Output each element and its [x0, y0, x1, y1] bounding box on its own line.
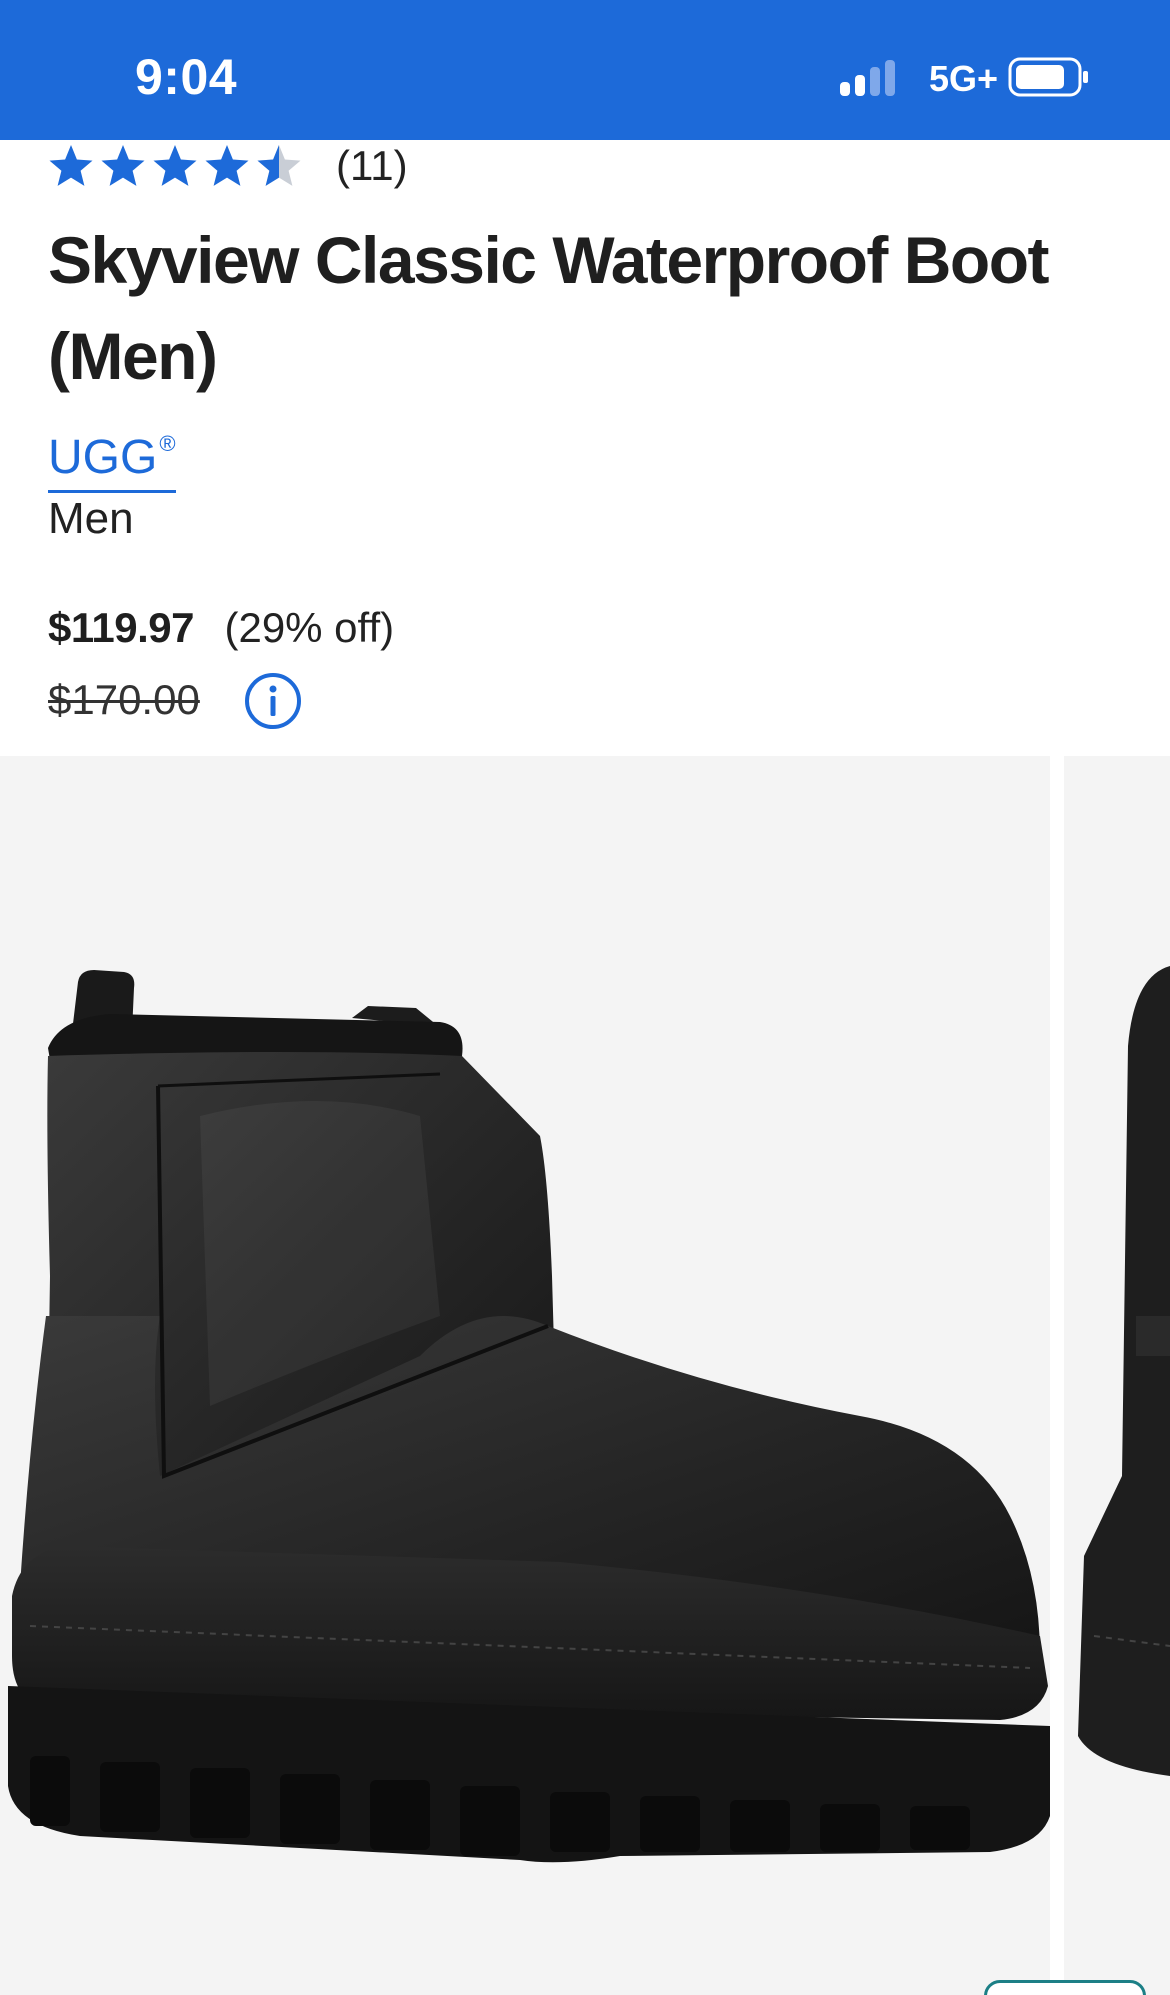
battery-icon: [1008, 57, 1088, 97]
boot-image: [8, 970, 1050, 1863]
product-image-main[interactable]: [0, 756, 1050, 1995]
sale-price: $119.97: [48, 604, 195, 651]
product-category: Men: [48, 494, 134, 543]
product-image-next[interactable]: [1064, 756, 1170, 1995]
gallery-indicator[interactable]: [984, 1980, 1146, 1995]
star-icon-2: [101, 145, 145, 186]
network-label: 5G+: [928, 58, 998, 99]
status-indicators: 5G+: [790, 56, 1090, 100]
signal-bars-icon: [840, 60, 895, 96]
star-icon-1: [49, 145, 93, 186]
product-title: Skyview Classic Waterproof Boot (Men): [48, 223, 1050, 393]
star-icon-5: [257, 145, 301, 186]
review-count[interactable]: (11): [336, 142, 408, 190]
original-price-row: $170.00: [48, 673, 301, 736]
brand-name: UGG: [48, 431, 158, 484]
star-icon-3: [153, 145, 197, 186]
price-row: $119.97 (29% off): [48, 604, 394, 664]
discount-label: (29% off): [224, 604, 395, 651]
star-rating: [49, 145, 301, 186]
boot-image-partial: [1078, 966, 1170, 1776]
original-price: $170.00: [48, 676, 200, 723]
info-circle-icon[interactable]: [244, 672, 302, 730]
product-image-gallery[interactable]: [0, 756, 1170, 1995]
status-time: 9:04: [135, 49, 238, 105]
star-icon-4: [205, 145, 249, 186]
brand-link[interactable]: UGG®: [48, 416, 176, 493]
registered-mark: ®: [159, 431, 176, 456]
status-bar: 9:04 5G+: [0, 0, 1170, 140]
